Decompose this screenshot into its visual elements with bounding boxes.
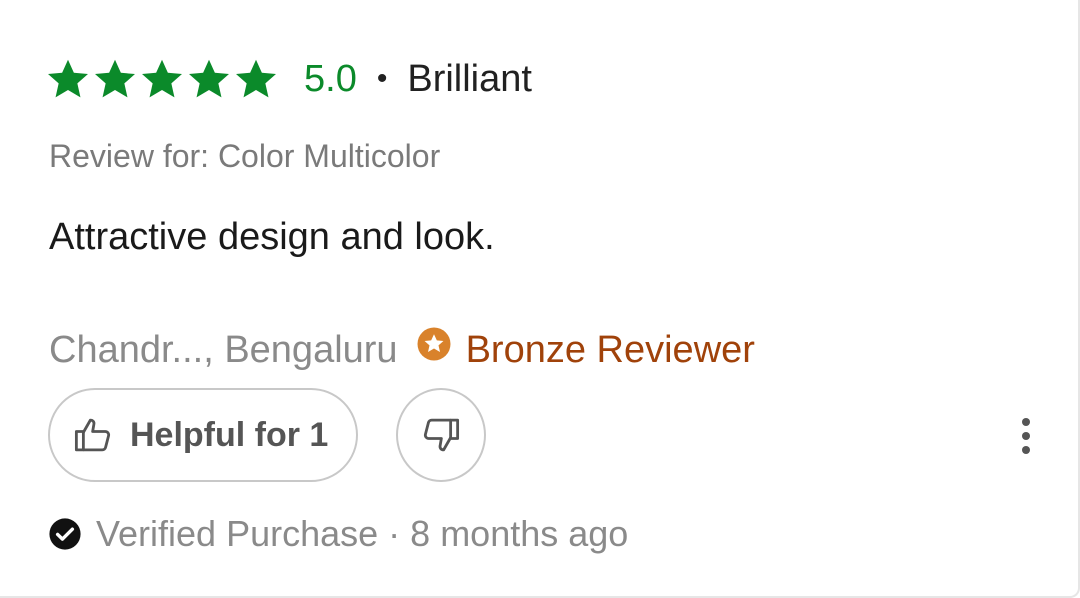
reviewer-info: Chandr..., Bengaluru Bronze Reviewer bbox=[49, 320, 755, 370]
more-dot bbox=[1022, 432, 1030, 440]
more-dot bbox=[1022, 418, 1030, 426]
star-rating bbox=[46, 57, 278, 101]
rating-separator: • bbox=[376, 62, 388, 95]
review-card: 5.0 • Brilliant Review for: Color Multic… bbox=[0, 0, 1080, 598]
star-icon bbox=[48, 59, 88, 98]
star-icon bbox=[236, 59, 276, 98]
helpful-button[interactable]: Helpful for 1 bbox=[48, 388, 358, 482]
review-time: 8 months ago bbox=[410, 513, 629, 554]
reviewer-badge: Bronze Reviewer bbox=[465, 329, 755, 370]
more-vertical-icon[interactable] bbox=[1008, 412, 1044, 460]
bronze-star-badge-icon bbox=[417, 327, 451, 361]
rating-label: Brilliant bbox=[407, 58, 532, 100]
helpful-count-label: Helpful for 1 bbox=[130, 415, 329, 454]
reviewer-name: Chandr..., Bengaluru bbox=[49, 329, 398, 370]
meta-separator: · bbox=[388, 513, 401, 554]
thumbs-down-icon bbox=[423, 418, 460, 452]
review-text: Attractive design and look. bbox=[49, 216, 495, 258]
not-helpful-button[interactable] bbox=[396, 388, 486, 482]
star-icon bbox=[95, 59, 135, 98]
check-circle-icon bbox=[49, 518, 81, 550]
verified-purchase-label: Verified Purchase bbox=[96, 513, 379, 554]
rating-value: 5.0 bbox=[304, 58, 357, 100]
star-icon bbox=[142, 59, 182, 98]
review-variant: Review for: Color Multicolor bbox=[49, 138, 441, 174]
thumbs-up-icon bbox=[74, 418, 111, 452]
verified-purchase-row: Verified Purchase · 8 months ago bbox=[48, 512, 628, 556]
star-icon bbox=[189, 59, 229, 98]
more-dot bbox=[1022, 446, 1030, 454]
rating-row: 5.0 • Brilliant bbox=[46, 52, 532, 106]
